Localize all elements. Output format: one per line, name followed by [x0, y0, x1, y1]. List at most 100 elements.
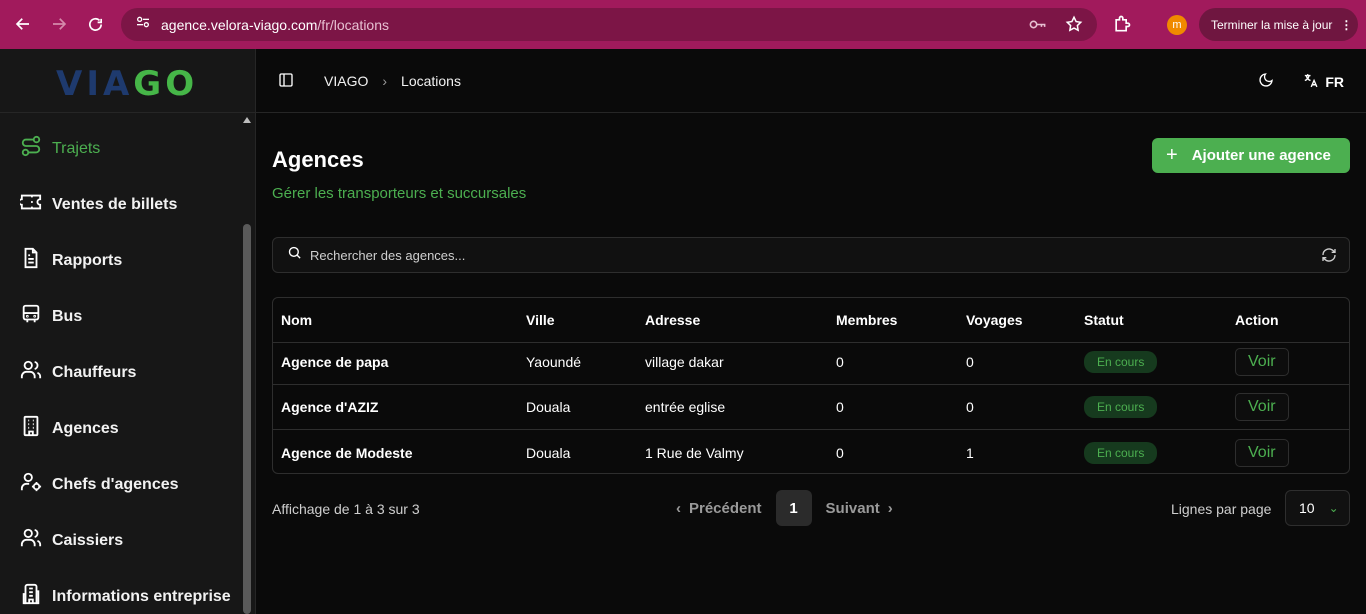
chevron-right-icon: › [887, 499, 893, 517]
building-icon [20, 415, 42, 442]
sidebar-divider [0, 112, 255, 113]
rows-per-page-select[interactable]: 10 ⌄ [1285, 490, 1350, 526]
table-row[interactable]: Agence d'AZIZ Douala entrée eglise 0 0 E… [273, 385, 1349, 430]
extensions-puzzle-icon[interactable] [1112, 14, 1132, 39]
action-cell: Voir [1235, 340, 1289, 384]
pagination-info: Affichage de 1 à 3 sur 3 [272, 501, 420, 517]
password-key-icon[interactable] [1028, 15, 1047, 39]
status-badge: En cours [1084, 396, 1158, 418]
column-header: Membres [836, 312, 898, 328]
view-button[interactable]: Voir [1235, 393, 1289, 421]
viago-logo[interactable]: VIAGO [56, 64, 198, 104]
agency-members: 0 [836, 399, 844, 415]
sidebar-item-label: Trajets [52, 139, 101, 157]
sidebar-scrollbar[interactable] [243, 224, 251, 614]
agency-trips: 1 [966, 444, 974, 461]
sidebar-item-label: Rapports [52, 251, 123, 269]
status-cell: En cours [1084, 385, 1158, 429]
add-agency-label: Ajouter une agence [1191, 147, 1331, 164]
agency-city: Douala [526, 399, 571, 415]
sidebar-item-caissiers[interactable]: Caissiers [20, 527, 123, 554]
users-icon [20, 527, 42, 554]
sidebar-item-label: Chefs d'agences [52, 475, 179, 493]
next-page-button[interactable]: Suivant › [826, 500, 893, 517]
sidebar-item-chauffeurs[interactable]: Chauffeurs [20, 359, 136, 386]
company-icon [20, 583, 42, 610]
scroll-up-arrow-icon[interactable] [243, 117, 251, 123]
agency-address: entrée eglise [645, 399, 726, 415]
sidebar-item-ventes[interactable]: Ventes de billets [18, 191, 177, 218]
bus-icon [20, 303, 42, 330]
search-input[interactable] [310, 247, 1210, 263]
back-arrow-icon[interactable] [5, 6, 41, 42]
chevron-left-icon: ‹ [676, 499, 681, 517]
previous-label: Précédent [689, 499, 762, 517]
add-agency-button[interactable]: + Ajouter une agence [1152, 138, 1350, 173]
rows-per-page-label: Lignes par page [1171, 501, 1272, 517]
breadcrumb-current: Locations [401, 73, 461, 89]
sidebar-toggle-icon[interactable] [278, 72, 294, 93]
language-switcher[interactable]: FR [1302, 72, 1344, 92]
table-row[interactable]: Agence de papa Yaoundé village dakar 0 0… [273, 340, 1349, 385]
agency-city: Douala [526, 444, 571, 461]
sidebar-item-trajets[interactable]: Trajets [20, 135, 100, 162]
address-bar[interactable]: agence.velora-viago.com/fr/locations [121, 8, 1097, 41]
pagination: ‹ Précédent 1 Suivant › [676, 490, 893, 526]
sidebar-item-rapports[interactable]: Rapports [20, 247, 122, 274]
column-header: Adresse [645, 312, 701, 328]
column-header: Action [1235, 312, 1279, 328]
sidebar-item-agences[interactable]: Agences [20, 415, 119, 442]
chevron-down-icon: ⌄ [1328, 501, 1339, 515]
plus-icon: + [1166, 144, 1178, 166]
users-icon [20, 359, 42, 386]
update-label: Terminer la mise à jour [1211, 17, 1333, 32]
sidebar-item-label: Bus [52, 307, 83, 325]
rows-per-page-value: 10 [1299, 500, 1315, 516]
status-cell: En cours [1084, 430, 1158, 473]
agency-name: Agence de Modeste [281, 444, 413, 461]
search-bar [272, 237, 1350, 273]
site-settings-icon[interactable] [135, 14, 151, 35]
chevron-right-icon: › [382, 73, 388, 89]
status-badge: En cours [1084, 351, 1158, 373]
agency-trips: 0 [966, 354, 974, 370]
refresh-icon[interactable] [1321, 247, 1337, 268]
reload-icon[interactable] [77, 6, 113, 42]
main-content: Agences Gérer les transporteurs et succu… [256, 113, 1366, 614]
action-cell: Voir [1235, 430, 1289, 473]
sidebar-item-bus[interactable]: Bus [20, 303, 82, 330]
view-button[interactable]: Voir [1235, 438, 1289, 467]
breadcrumb-root[interactable]: VIAGO [324, 73, 368, 89]
agency-city: Yaoundé [526, 354, 582, 370]
report-icon [20, 247, 42, 274]
next-label: Suivant [825, 499, 880, 517]
route-icon [20, 135, 42, 162]
profile-avatar[interactable]: m [1167, 15, 1187, 35]
language-label: FR [1325, 74, 1344, 90]
sidebar-item-label: Caissiers [52, 531, 124, 549]
sidebar-item-label: Agences [52, 419, 119, 437]
forward-arrow-icon[interactable] [41, 6, 77, 42]
status-cell: En cours [1084, 340, 1158, 384]
sidebar-item-informations[interactable]: Informations entreprise [20, 583, 231, 610]
bookmark-star-icon[interactable] [1065, 15, 1083, 39]
column-header: Nom [281, 312, 313, 328]
user-gear-icon [20, 471, 42, 498]
view-button[interactable]: Voir [1235, 348, 1289, 376]
dark-mode-moon-icon[interactable] [1258, 72, 1274, 93]
browser-toolbar: agence.velora-viago.com/fr/locations m T… [0, 0, 1366, 49]
column-header: Voyages [966, 312, 1023, 328]
agency-name: Agence d'AZIZ [281, 399, 379, 415]
url-text: agence.velora-viago.com/fr/locations [161, 16, 390, 33]
ticket-icon [18, 191, 42, 218]
previous-page-button[interactable]: ‹ Précédent [676, 500, 762, 517]
sidebar-item-label: Chauffeurs [52, 363, 137, 381]
page-number-button[interactable]: 1 [775, 490, 812, 526]
kebab-menu-icon: ⋮ [1340, 17, 1353, 32]
update-browser-button[interactable]: Terminer la mise à jour ⋮ [1199, 8, 1358, 41]
agency-address: village dakar [645, 354, 724, 370]
top-header: VIAGO › Locations FR [256, 49, 1366, 113]
column-header: Ville [526, 312, 555, 328]
table-row[interactable]: Agence de Modeste Douala 1 Rue de Valmy … [273, 430, 1349, 473]
sidebar-item-chefs[interactable]: Chefs d'agences [20, 471, 179, 498]
